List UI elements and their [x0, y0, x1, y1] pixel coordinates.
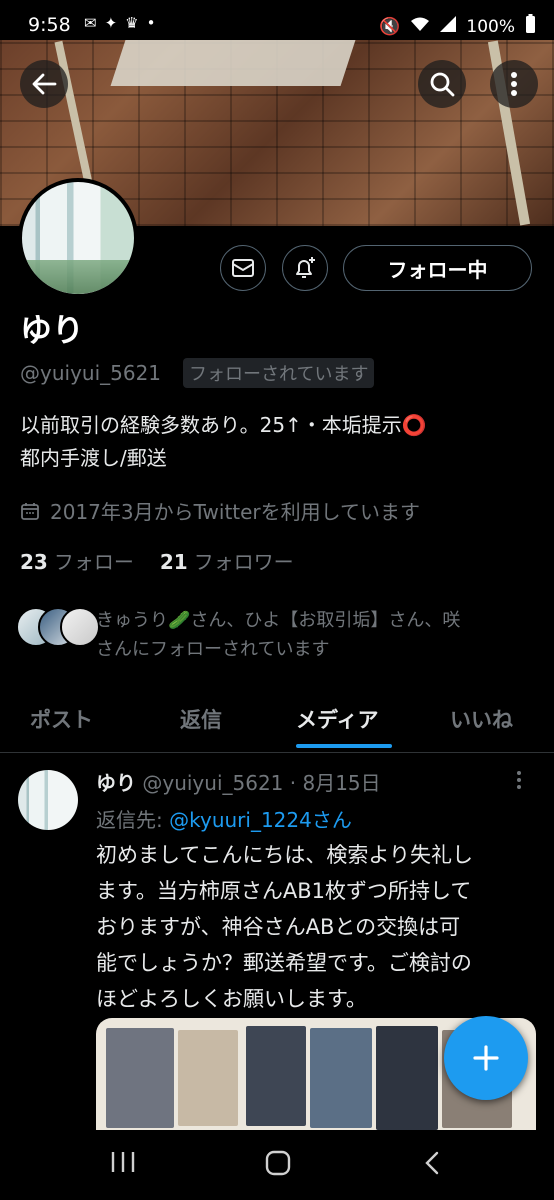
- post-handle-date: @yuiyui_5621 · 8月15日: [142, 771, 381, 795]
- mail-icon: [232, 259, 254, 277]
- back-nav-button[interactable]: [424, 1150, 440, 1183]
- notification-icons: ✉ ✦ ♛ •: [84, 14, 155, 32]
- following-button[interactable]: フォロー中: [343, 245, 532, 291]
- mail-notification-icon: ✉: [84, 14, 97, 32]
- wifi-icon: [410, 16, 430, 37]
- system-nav-bar: [0, 1130, 554, 1200]
- profile-avatar[interactable]: [18, 178, 138, 298]
- battery-icon: [525, 14, 536, 39]
- profile-bio: 以前取引の経験多数あり。25↑・本垢提示⭕ 都内手渡し/郵送: [20, 409, 540, 475]
- recent-apps-button[interactable]: [110, 1150, 136, 1181]
- reply-to: 返信先: @kyuuri_1224さん: [96, 808, 352, 832]
- followers-link[interactable]: 21 フォロワー: [160, 546, 294, 575]
- signal-icon: [440, 16, 457, 37]
- chevron-left-icon: [425, 1151, 439, 1175]
- profile-tabs: ポスト 返信 メディア いいね: [0, 694, 554, 753]
- post-avatar[interactable]: [18, 770, 78, 830]
- follow-stats: 23 フォロー 21 フォロワー: [20, 546, 294, 575]
- tab-replies[interactable]: 返信: [180, 704, 222, 734]
- status-time: 9:58: [28, 14, 71, 36]
- following-link[interactable]: 23 フォロー: [20, 546, 134, 575]
- battery-level: 100%: [466, 16, 515, 37]
- follower-avatar: [60, 607, 100, 647]
- mute-icon: 🔇: [379, 16, 401, 37]
- post-header: ゆり @yuiyui_5621 · 8月15日: [96, 767, 381, 796]
- compose-button[interactable]: [444, 1016, 528, 1100]
- back-button[interactable]: [20, 60, 68, 108]
- home-icon: [265, 1150, 291, 1176]
- home-button[interactable]: [265, 1150, 291, 1183]
- joined-date: 2017年3月からTwitterを利用しています: [20, 496, 420, 525]
- search-icon: [430, 72, 455, 97]
- calendar-icon: [21, 502, 39, 520]
- app-notification-icon: ✦: [104, 14, 118, 32]
- back-arrow-icon: [32, 73, 57, 95]
- tab-media[interactable]: メディア: [296, 704, 379, 734]
- profile-name: ゆり: [20, 311, 85, 349]
- bio-line: 都内手渡し/郵送: [20, 446, 167, 470]
- more-vertical-icon: [511, 72, 517, 96]
- follows-you-badge: フォローされています: [183, 358, 375, 388]
- bell-plus-icon: [296, 257, 315, 278]
- bio-line: 以前取引の経験多数あり。25↑・本垢提示⭕: [20, 413, 427, 437]
- joined-text: 2017年3月からTwitterを利用しています: [50, 500, 421, 524]
- tab-likes[interactable]: いいね: [450, 704, 513, 734]
- post-author-name[interactable]: ゆり: [96, 771, 136, 795]
- search-button[interactable]: [418, 60, 466, 108]
- plus-icon: [473, 1045, 499, 1071]
- known-followers-text[interactable]: きゅうり🥒さん、ひよ【お取引垢】さん、咲 さんにフォローされています: [96, 606, 536, 664]
- crown-notification-icon: ♛: [125, 14, 139, 32]
- profile-handle: @yuiyui_5621: [20, 361, 162, 385]
- notify-button[interactable]: [282, 245, 328, 291]
- message-button[interactable]: [220, 245, 266, 291]
- post-more-button[interactable]: [516, 770, 522, 795]
- tab-posts[interactable]: ポスト: [30, 704, 93, 734]
- system-icons: 🔇 100%: [379, 14, 536, 39]
- active-tab-indicator: [296, 744, 392, 748]
- more-options-button[interactable]: [490, 60, 538, 108]
- dot-icon: •: [146, 14, 156, 32]
- recent-apps-icon: [111, 1152, 135, 1172]
- reply-to-link[interactable]: @kyuuri_1224さん: [169, 808, 352, 832]
- more-vertical-icon: [517, 771, 521, 789]
- post-text: 初めましてこんにちは、検索より失礼し ます。当方柿原さんAB1枚ずつ所持して お…: [96, 843, 473, 1011]
